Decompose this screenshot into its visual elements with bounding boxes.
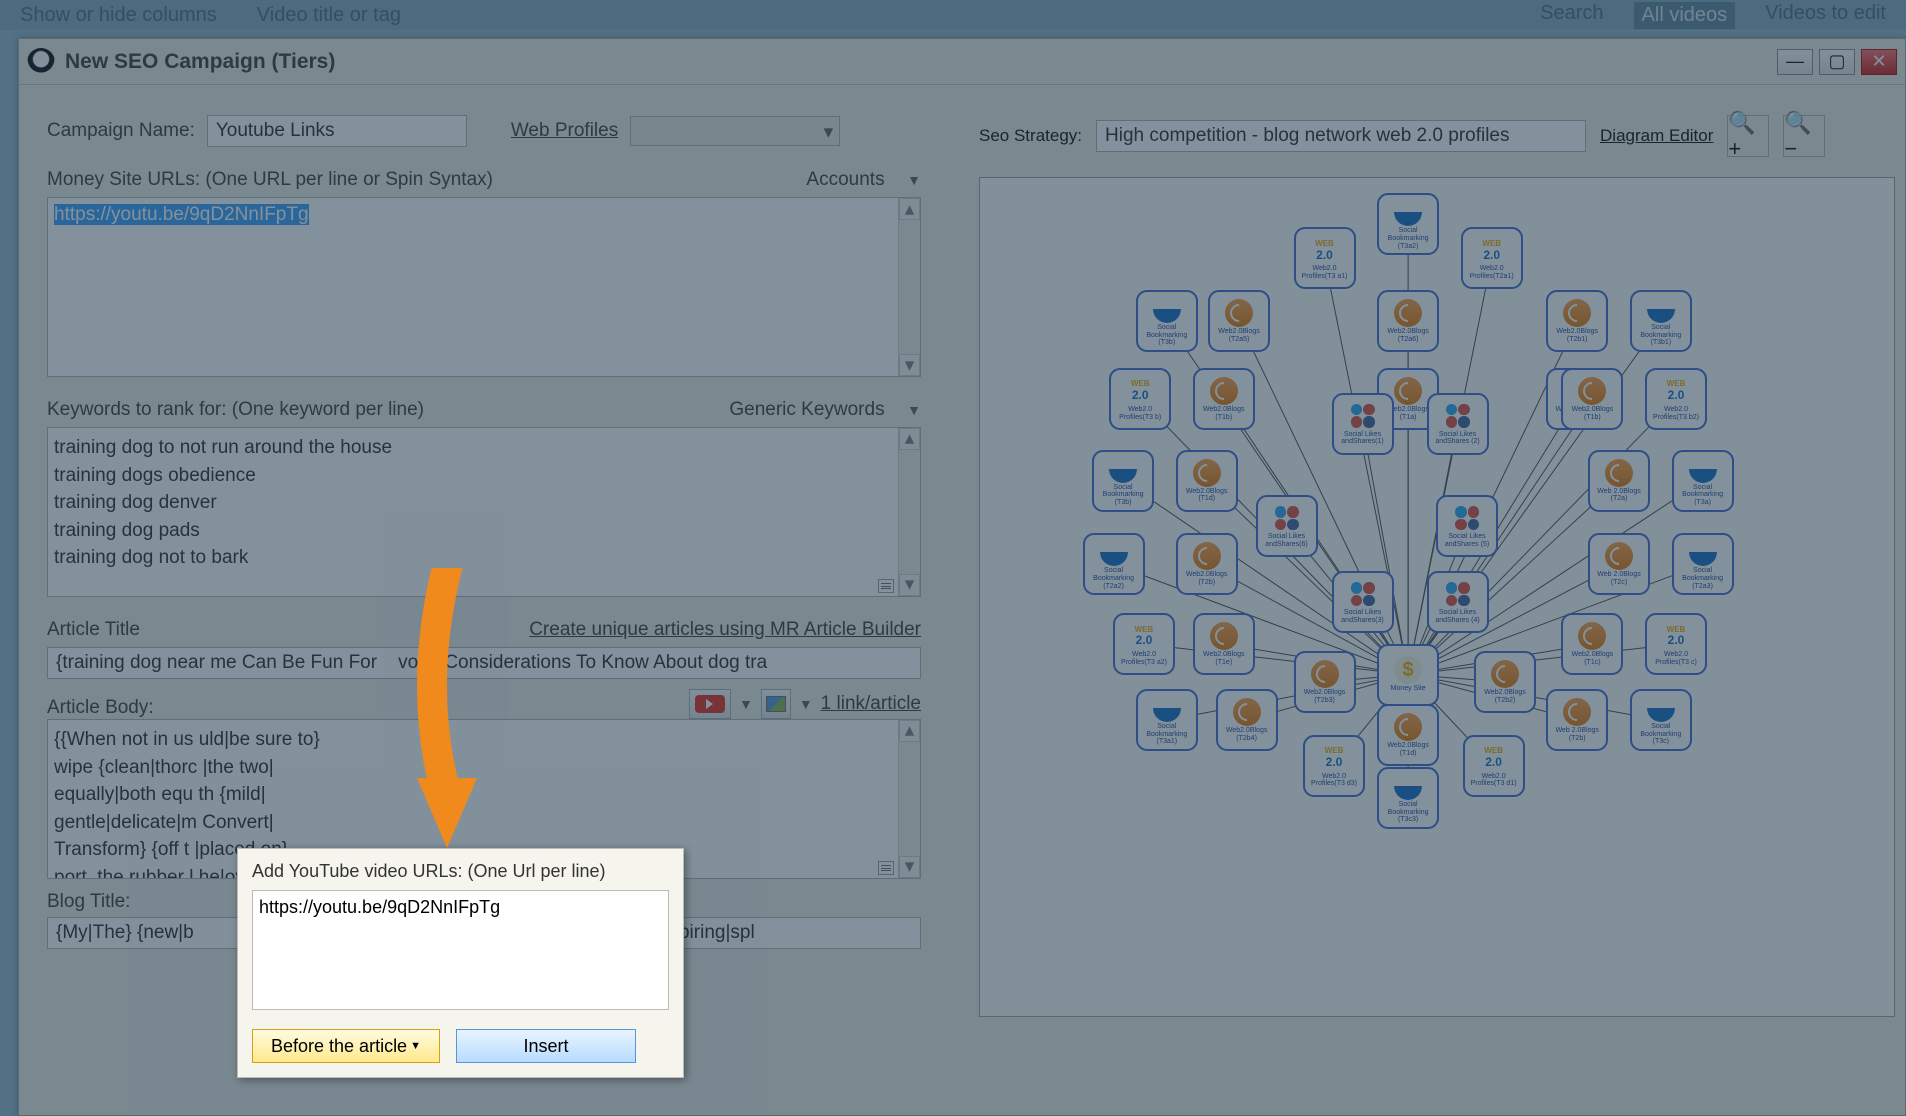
create-articles-link[interactable]: Create unique articles using MR Article … [529, 619, 921, 641]
diagram-node[interactable]: Web2.0Blogs (T2b1) [1546, 290, 1608, 352]
list-icon [878, 579, 894, 593]
youtube-icon [695, 695, 725, 713]
diagram-node[interactable]: Social Bookmarking (T3a) [1672, 450, 1734, 512]
money-site-urls-textarea[interactable]: https://youtu.be/9qD2NnIFpTg ▴▾ [47, 197, 921, 377]
diagram-node[interactable]: Social Bookmarking (T2a3) [1672, 533, 1734, 595]
diagram-node[interactable]: Social Bookmarking (T3b) [1136, 290, 1198, 352]
youtube-button[interactable] [689, 689, 731, 719]
keywords-label: Keywords to rank for: (One keyword per l… [47, 399, 424, 421]
money-urls-label: Money Site URLs: (One URL per line or Sp… [47, 169, 493, 191]
diagram-node[interactable]: Web2.0Blogs (T1b) [1561, 368, 1623, 430]
selected-url: https://youtu.be/9qD2NnIFpTg [54, 204, 309, 225]
diagram-node[interactable]: Web2.0Blogs (T1e) [1193, 613, 1255, 675]
diagram-node[interactable]: Web 2.0Blogs (T2a) [1588, 450, 1650, 512]
list-icon [878, 861, 894, 875]
chevron-down-icon[interactable]: ▼ [907, 172, 921, 188]
diagram-node[interactable]: WEB2.0Web2.0 Profiles(T3 b2) [1645, 368, 1707, 430]
diagram-node[interactable]: Web 2.0Blogs (T2c) [1588, 533, 1650, 595]
diagram-node[interactable]: Social Bookmarking (T3a1) [1136, 689, 1198, 751]
links-per-article[interactable]: 1 link/article [821, 693, 921, 715]
article-body-label: Article Body: [47, 697, 154, 719]
show-hide-columns: Show or hide columns [20, 4, 217, 27]
strategy-diagram[interactable]: Money Site Social Bookmarking (T3a2) WEB2.… [979, 177, 1895, 1017]
diagram-node[interactable]: Web2.0Blogs (T1d) [1176, 450, 1238, 512]
image-button[interactable] [761, 689, 791, 719]
diagram-node[interactable]: Money Site [1377, 644, 1439, 706]
window-title: New SEO Campaign (Tiers) [65, 50, 335, 74]
zoom-out-button[interactable]: 🔍− [1783, 115, 1825, 157]
diagram-node[interactable]: WEB2.0Web2.0 Profiles(T3 c) [1645, 613, 1707, 675]
diagram-node[interactable]: Web2.0Blogs (T2b2) [1474, 651, 1536, 713]
diagram-node[interactable]: Social Likes andShares(3) [1332, 571, 1394, 633]
minimize-button[interactable]: — [1777, 49, 1813, 75]
campaign-name-input[interactable] [207, 115, 467, 147]
diagram-node[interactable]: Social Bookmarking (T3c) [1630, 689, 1692, 751]
diagram-node[interactable]: Social Likes andShares (4) [1427, 571, 1489, 633]
keywords-textarea[interactable]: training dog to not run around the house… [47, 427, 921, 597]
youtube-url-popup: Add YouTube video URLs: (One Url per lin… [237, 848, 684, 1078]
youtube-urls-textarea[interactable] [252, 890, 669, 1010]
diagram-node[interactable]: Web2.0Blogs (T2b4) [1216, 689, 1278, 751]
scrollbar[interactable]: ▴▾ [898, 720, 920, 878]
image-icon [766, 696, 786, 712]
diagram-node[interactable]: Social Likes andShares(6) [1256, 495, 1318, 557]
diagram-node[interactable]: Social Bookmarking (T2a2) [1083, 533, 1145, 595]
article-title-input[interactable] [47, 647, 921, 679]
diagram-node[interactable]: Social Bookmarking (T3a2) [1377, 193, 1439, 255]
position-dropdown[interactable]: Before the article▼ [252, 1029, 440, 1063]
diagram-node[interactable]: Web2.0Blogs (T1d) [1377, 704, 1439, 766]
web-profiles-link[interactable]: Web Profiles [511, 120, 618, 142]
diagram-node[interactable]: WEB2.0Web2.0 Profiles(T3 d3) [1303, 735, 1365, 797]
diagram-node[interactable]: WEB2.0Web2.0 Profiles(T3 a1) [1294, 227, 1356, 289]
video-title-hint: Video title or tag [257, 4, 401, 27]
chevron-down-icon[interactable]: ▼ [907, 402, 921, 418]
diagram-node[interactable]: WEB2.0Web2.0 Profiles(T3 d1) [1463, 735, 1525, 797]
seo-strategy-input[interactable] [1096, 120, 1586, 152]
insert-button[interactable]: Insert [456, 1029, 636, 1063]
accounts-dropdown[interactable]: Accounts [806, 169, 884, 191]
titlebar: New SEO Campaign (Tiers) — ▢ ✕ [19, 39, 1905, 85]
app-icon [27, 48, 55, 76]
close-button[interactable]: ✕ [1861, 49, 1897, 75]
diagram-node[interactable]: Social Bookmarking (T3b1) [1630, 290, 1692, 352]
web-profiles-dropdown[interactable] [630, 116, 840, 146]
chevron-down-icon[interactable]: ▼ [799, 696, 813, 712]
diagram-node[interactable]: Web2.0Blogs (T2a6) [1377, 290, 1439, 352]
bg-videos-edit: Videos to edit [1765, 2, 1886, 29]
chevron-down-icon: ▼ [410, 1040, 421, 1052]
zoom-in-button[interactable]: 🔍+ [1727, 115, 1769, 157]
diagram-node[interactable]: Web2.0Blogs (T1b) [1193, 368, 1255, 430]
diagram-node[interactable]: WEB2.0Web2.0 Profiles(T2a1) [1461, 227, 1523, 289]
bg-all-videos: All videos [1634, 2, 1736, 29]
diagram-node[interactable]: Web2.0Blogs (T2a5) [1208, 290, 1270, 352]
chevron-down-icon[interactable]: ▼ [739, 696, 753, 712]
right-panel: Seo Strategy: Diagram Editor 🔍+ 🔍− Money… [949, 85, 1905, 1115]
diagram-editor-link[interactable]: Diagram Editor [1600, 126, 1713, 146]
diagram-node[interactable]: Social Likes andShares (5) [1436, 495, 1498, 557]
campaign-name-label: Campaign Name: [47, 120, 195, 142]
bg-search: Search [1540, 2, 1603, 29]
diagram-node[interactable]: Web2.0Blogs (T1c) [1561, 613, 1623, 675]
diagram-node[interactable]: Web2.0Blogs (T2b) [1176, 533, 1238, 595]
diagram-node[interactable]: Web 2.0Blogs (T2b) [1546, 689, 1608, 751]
seo-strategy-label: Seo Strategy: [979, 126, 1082, 146]
article-title-label: Article Title [47, 619, 140, 641]
diagram-node[interactable]: Social Likes andShares (2) [1427, 393, 1489, 455]
diagram-node[interactable]: WEB2.0Web2.0 Profiles(T3 b) [1109, 368, 1171, 430]
diagram-node[interactable]: Social Bookmarking (T3b) [1092, 450, 1154, 512]
popup-label: Add YouTube video URLs: (One Url per lin… [252, 861, 669, 882]
diagram-node[interactable]: Web2.0Blogs (T2b3) [1294, 651, 1356, 713]
diagram-node[interactable]: Social Likes andShares(1) [1332, 393, 1394, 455]
background-toolbar: Show or hide columns Video title or tag … [0, 0, 1906, 30]
maximize-button[interactable]: ▢ [1819, 49, 1855, 75]
scrollbar[interactable]: ▴▾ [898, 428, 920, 596]
diagram-node[interactable]: WEB2.0Web2.0 Profiles(T3 a2) [1113, 613, 1175, 675]
diagram-node[interactable]: Social Bookmarking (T3c3) [1377, 767, 1439, 829]
generic-keywords-dropdown[interactable]: Generic Keywords [729, 399, 884, 421]
scrollbar[interactable]: ▴▾ [898, 198, 920, 376]
